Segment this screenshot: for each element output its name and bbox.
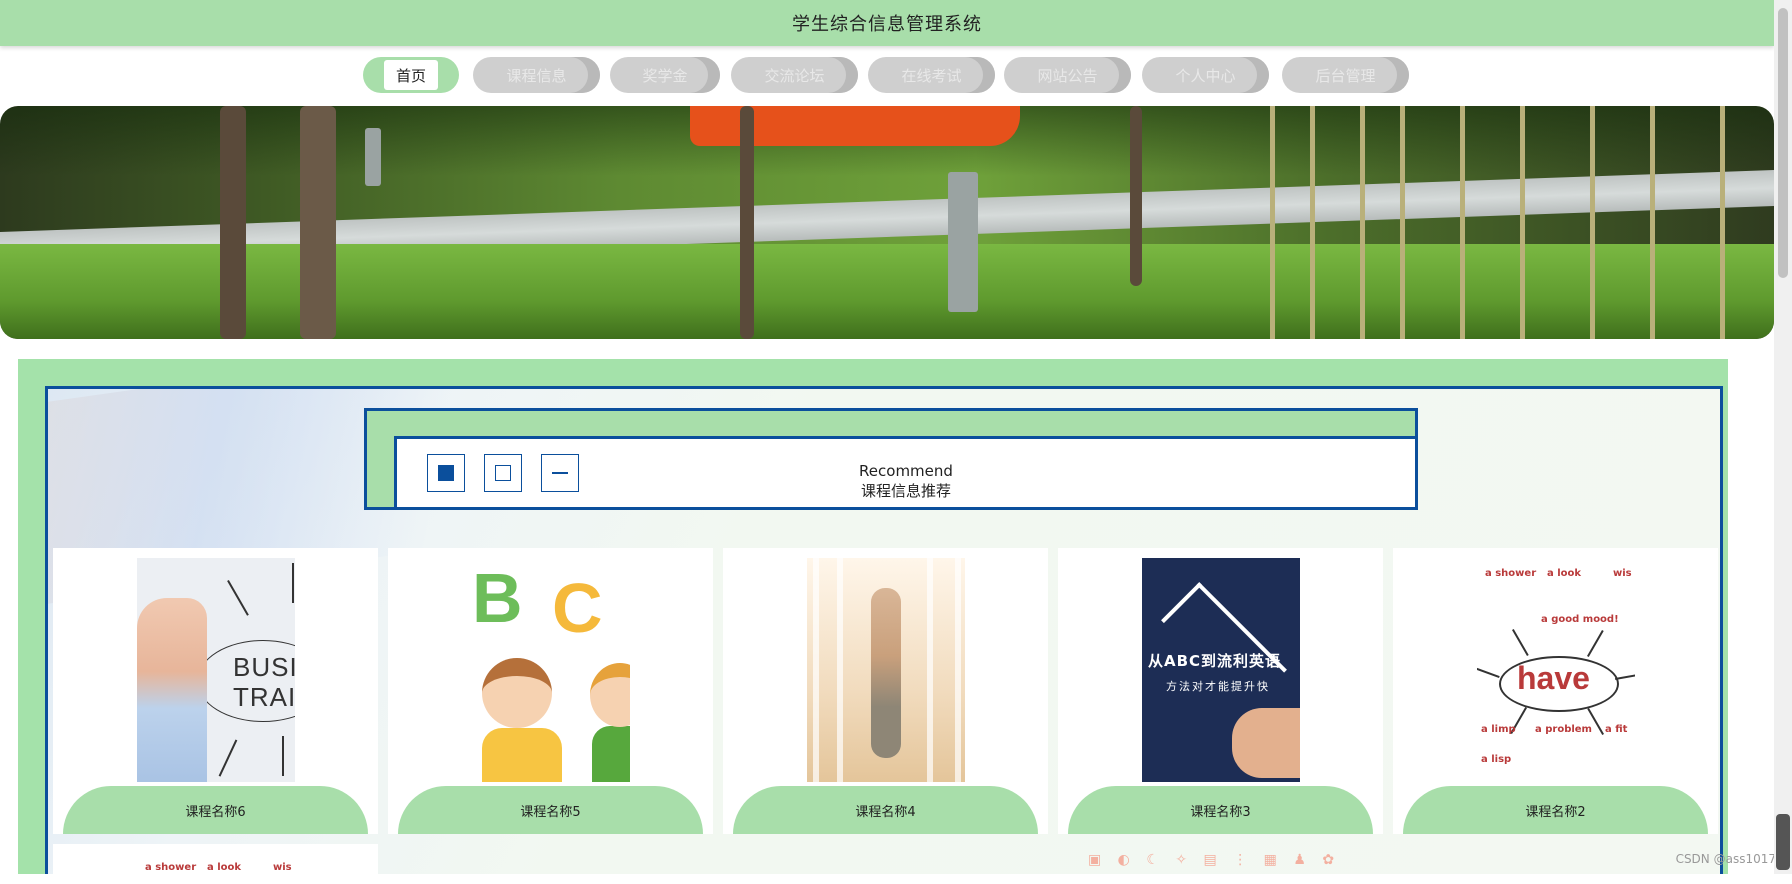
thumbnail-letter-c: C bbox=[552, 569, 603, 647]
nav-item-label: 在线考试 bbox=[901, 66, 962, 85]
thumbnail-label: a shower bbox=[145, 862, 197, 873]
course-thumbnail[interactable]: a shower a look wis a good mood! have a … bbox=[1477, 558, 1635, 782]
nav-item-label: 网站公告 bbox=[1037, 66, 1098, 85]
nav-item-home[interactable]: 首页 bbox=[363, 57, 459, 93]
course-card[interactable]: B C 课程名称5 bbox=[388, 548, 713, 834]
banner-bamboo bbox=[1310, 106, 1315, 339]
banner-tree-trunk bbox=[300, 106, 336, 339]
nav-item-label: 首页 bbox=[383, 60, 438, 90]
nav-item-label: 奖学金 bbox=[642, 66, 688, 85]
nav-item-forum[interactable]: 交流论坛 bbox=[731, 57, 858, 93]
banner-bamboo bbox=[1460, 106, 1465, 339]
course-name[interactable]: 课程名称2 bbox=[1403, 786, 1708, 834]
course-thumbnail[interactable]: a shower a look wis bbox=[137, 852, 295, 884]
recommend-title-cn: 课程信息推荐 bbox=[860, 482, 951, 500]
course-list: BUSIN TRAIN 课程名称6 B C 课程名称5 课程名称4 bbox=[53, 548, 1719, 884]
thumbnail-label: a fit bbox=[1605, 724, 1628, 735]
nav-item-admin[interactable]: 后台管理 bbox=[1282, 57, 1409, 93]
course-thumbnail[interactable]: 从ABC到流利英语 方法对才能提升快 bbox=[1142, 558, 1300, 782]
course-name[interactable]: 课程名称6 bbox=[63, 786, 368, 834]
banner-grass bbox=[0, 244, 1774, 339]
main-nav: 首页 课程信息 奖学金 交流论坛 在线考试 网站公告 个人中心 后台管理 bbox=[0, 57, 1774, 95]
banner-bamboo bbox=[1590, 106, 1595, 339]
course-thumbnail[interactable] bbox=[807, 558, 965, 782]
recommend-title-en: Recommend bbox=[859, 462, 953, 480]
banner-tree-trunk bbox=[220, 106, 246, 339]
course-name[interactable]: 课程名称3 bbox=[1068, 786, 1373, 834]
thumbnail-text: have bbox=[1517, 660, 1590, 696]
nav-item-label: 课程信息 bbox=[506, 66, 567, 85]
banner-lamp-post bbox=[365, 128, 381, 186]
nav-item-profile[interactable]: 个人中心 bbox=[1142, 57, 1269, 93]
thumbnail-letter-b: B bbox=[472, 559, 523, 637]
nav-item-scholarship[interactable]: 奖学金 bbox=[610, 57, 720, 93]
course-card[interactable]: 课程名称4 bbox=[723, 548, 1048, 834]
recommend-header: Recommend 课程信息推荐 bbox=[364, 408, 1418, 510]
course-name[interactable]: 课程名称4 bbox=[733, 786, 1038, 834]
banner-bamboo bbox=[1270, 106, 1275, 339]
course-name[interactable]: 课程名称5 bbox=[398, 786, 703, 834]
recommend-header-inner: Recommend 课程信息推荐 bbox=[394, 436, 1415, 507]
scrollbar-handle[interactable] bbox=[1776, 814, 1790, 870]
course-card[interactable]: BUSIN TRAIN 课程名称6 bbox=[53, 548, 378, 834]
nav-item-courses[interactable]: 课程信息 bbox=[473, 57, 600, 93]
course-card[interactable]: a shower a look wis a good mood! have a … bbox=[1393, 548, 1718, 834]
thumbnail-text: BUSIN TRAIN bbox=[233, 652, 295, 712]
site-title: 学生综合信息管理系统 bbox=[792, 14, 982, 35]
banner-tree-trunk bbox=[740, 106, 754, 339]
thumbnail-label: a look bbox=[207, 862, 242, 873]
floating-toolbar-icons[interactable]: ▣ ◐ ☾ ✧ ▤ ⋮ ▦ ♟ ✿ bbox=[1088, 852, 1340, 868]
nav-item-label: 交流论坛 bbox=[764, 66, 825, 85]
watermark: CSDN @ass1017 bbox=[1675, 852, 1776, 866]
thumbnail-label: a good mood! bbox=[1541, 614, 1619, 625]
course-thumbnail[interactable]: BUSIN TRAIN bbox=[137, 558, 295, 782]
banner-tree-trunk bbox=[1130, 106, 1142, 286]
recommend-title: Recommend 课程信息推荐 bbox=[397, 461, 1415, 501]
page-scrollbar[interactable] bbox=[1774, 0, 1792, 874]
thumbnail-label: a problem bbox=[1535, 724, 1592, 735]
nav-item-exam[interactable]: 在线考试 bbox=[868, 57, 995, 93]
thumbnail-label: a look bbox=[1547, 568, 1582, 579]
course-card[interactable]: a shower a look wis bbox=[53, 844, 378, 884]
banner-bamboo bbox=[1360, 106, 1365, 339]
nav-item-notice[interactable]: 网站公告 bbox=[1004, 57, 1131, 93]
banner-bamboo bbox=[1520, 106, 1525, 339]
thumbnail-label: a limp bbox=[1481, 724, 1516, 735]
nav-item-label: 后台管理 bbox=[1315, 66, 1376, 85]
course-card[interactable]: 从ABC到流利英语 方法对才能提升快 课程名称3 bbox=[1058, 548, 1383, 834]
nav-item-label: 个人中心 bbox=[1175, 66, 1236, 85]
banner-bamboo bbox=[1650, 106, 1655, 339]
thumbnail-subtext: 方法对才能提升快 bbox=[1166, 680, 1270, 693]
thumbnail-label: a lisp bbox=[1481, 754, 1512, 765]
hero-banner[interactable] bbox=[0, 106, 1774, 339]
banner-lamp-post bbox=[948, 172, 978, 312]
banner-bamboo bbox=[1400, 106, 1405, 339]
thumbnail-label: wis bbox=[273, 862, 292, 873]
scrollbar-thumb[interactable] bbox=[1778, 8, 1788, 278]
header-bar: 学生综合信息管理系统 bbox=[0, 0, 1774, 46]
thumbnail-label: wis bbox=[1613, 568, 1632, 579]
course-thumbnail[interactable]: B C bbox=[472, 558, 630, 782]
thumbnail-label: a shower bbox=[1485, 568, 1537, 579]
banner-bamboo bbox=[1720, 106, 1725, 339]
thumbnail-text: 从ABC到流利英语 bbox=[1148, 652, 1282, 670]
